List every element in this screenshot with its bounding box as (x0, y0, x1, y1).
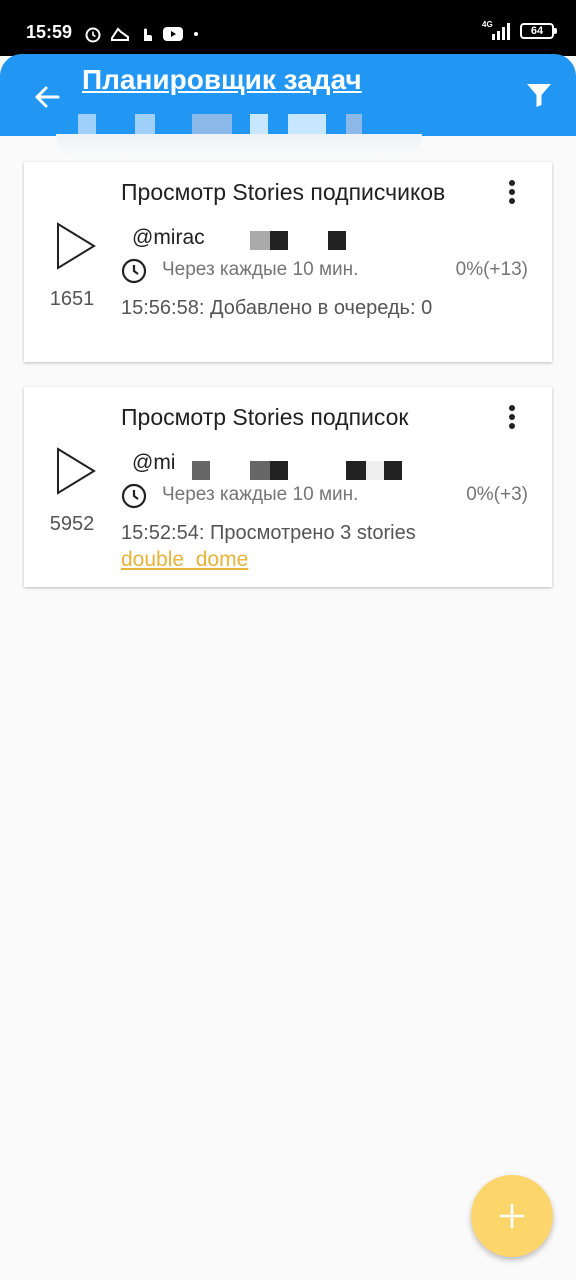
plus-icon (499, 1203, 525, 1229)
task-progress: 0%(+13) (455, 259, 528, 280)
redacted-block (250, 461, 270, 480)
notification-icons (84, 22, 200, 46)
app-bar: Планировщик задач (0, 54, 576, 136)
redacted-block (270, 461, 288, 480)
clock-icon (121, 258, 147, 284)
redacted-block (250, 231, 270, 250)
account-link[interactable]: double_dome (121, 548, 248, 572)
page-title: Планировщик задач (82, 64, 362, 95)
task-title: Просмотр Stories подписчиков (121, 179, 446, 205)
arrow-back-icon[interactable] (30, 80, 64, 114)
add-task-button[interactable] (471, 1175, 553, 1257)
alarm-icon (85, 27, 101, 43)
signal-icon: 4G (482, 20, 512, 40)
task-card[interactable]: 1651 Просмотр Stories подписчиков @mirac… (24, 162, 552, 362)
more-vert-icon[interactable] (504, 180, 520, 208)
dot-icon (194, 32, 198, 36)
battery-indicator: 64 (520, 23, 557, 39)
shoe-icon (111, 27, 129, 41)
status-time: 15:59 (26, 22, 73, 42)
play-icon[interactable] (56, 222, 96, 270)
task-log: 15:56:58: Добавлено в очередь: 0 (121, 297, 433, 319)
clock-icon (121, 483, 147, 509)
redacted-block (384, 461, 402, 480)
status-bar: 15:59 4G 64 (0, 0, 576, 56)
redacted-block (192, 461, 210, 480)
system-icons: 4G 64 (482, 20, 557, 40)
task-account: @mi (132, 451, 176, 474)
redacted-block (346, 461, 366, 480)
redacted-block (366, 461, 384, 480)
more-vert-icon[interactable] (504, 405, 520, 433)
task-title: Просмотр Stories подписок (121, 404, 409, 430)
task-progress: 0%(+3) (466, 484, 528, 505)
redacted-block (328, 231, 346, 250)
filter-icon[interactable] (524, 80, 554, 110)
task-schedule: Через каждые 10 мин. (162, 259, 359, 280)
redacted-block (270, 231, 288, 250)
task-card[interactable]: 5952 Просмотр Stories подписок @mi Через… (24, 387, 552, 587)
play-icon[interactable] (56, 447, 96, 495)
task-schedule: Через каждые 10 мин. (162, 484, 359, 505)
youtube-icon (163, 27, 183, 41)
run-count: 1651 (49, 288, 95, 310)
task-account: @mirac (132, 226, 205, 249)
task-log: 15:52:54: Просмотрено 3 stories (121, 522, 416, 544)
redacted-subtitle (78, 114, 368, 136)
touch-icon (144, 28, 152, 41)
run-count: 5952 (49, 513, 95, 535)
app-bar-shadow (56, 134, 422, 158)
